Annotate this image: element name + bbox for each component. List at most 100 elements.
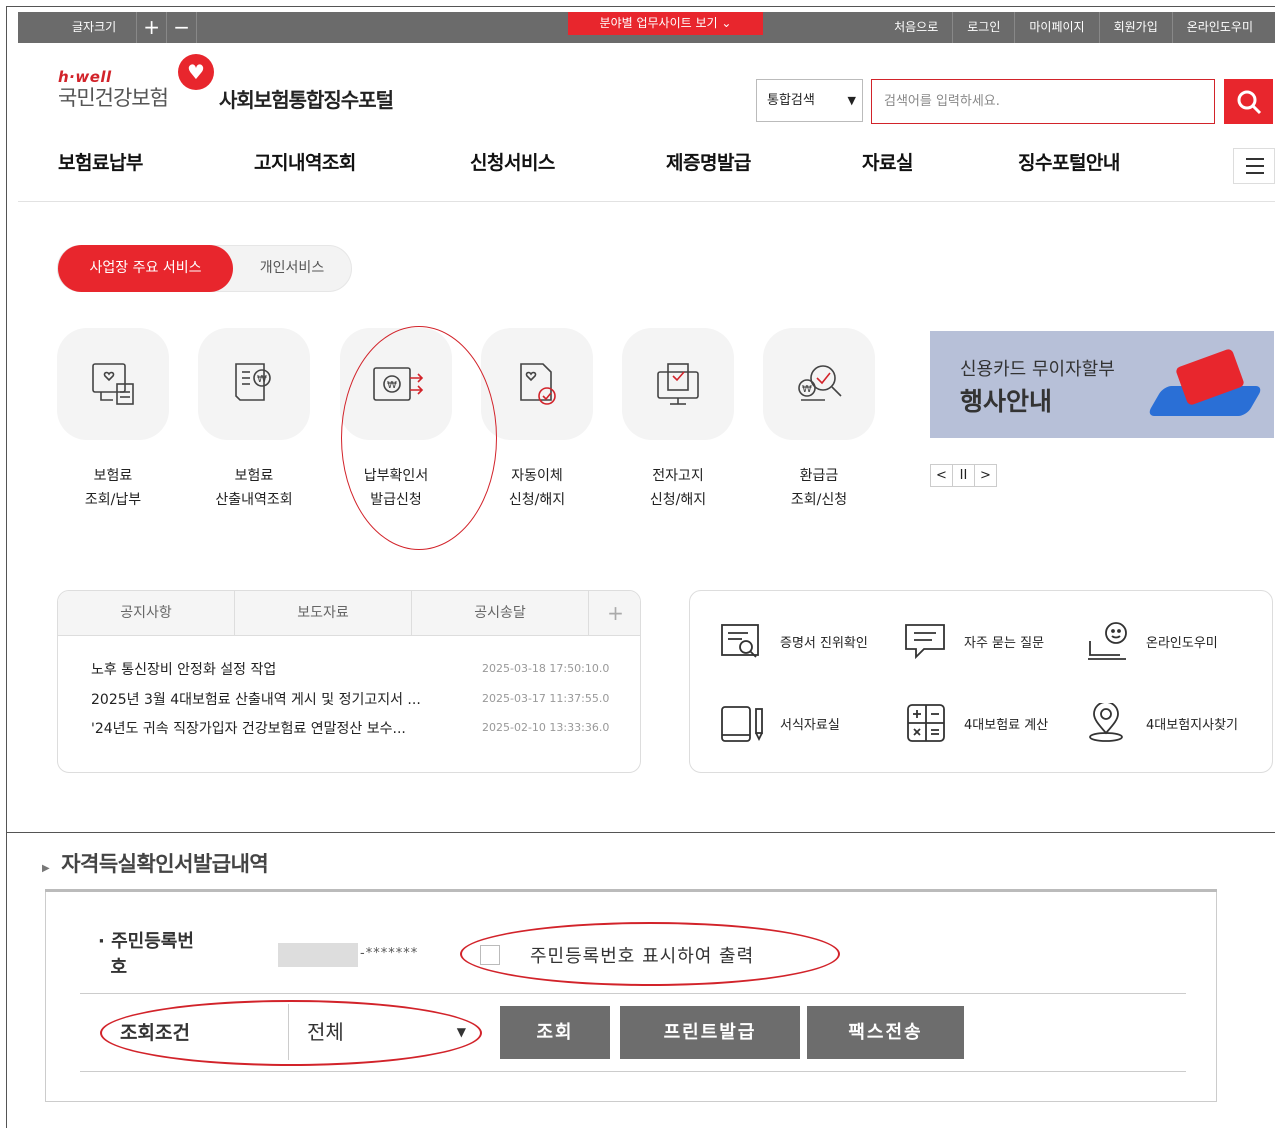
service-card-refund[interactable]: ₩	[763, 328, 875, 440]
service-label-e-notice: 전자고지 신청/해지	[618, 464, 738, 512]
signup-link[interactable]: 회원가입	[1098, 12, 1172, 43]
quick-link-label: 자주 묻는 질문	[964, 635, 1045, 651]
quick-link-label: 4대보험지사찾기	[1146, 717, 1238, 733]
banner-pause-button[interactable]: II	[952, 464, 975, 487]
menu-icon-line	[1246, 172, 1264, 174]
rrn-label-line1: 주민등록번	[111, 931, 194, 952]
main-navigation: 보험료납부 고지내역조회 신청서비스 제증명발급 자료실 징수포털안내	[18, 140, 1275, 202]
monitor-check-icon	[657, 363, 699, 405]
quick-link-certificate-verify[interactable]: 증명서 진위확인	[720, 621, 868, 661]
rrn-masked-back: -*******	[360, 946, 419, 961]
tab-business-services[interactable]: 사업장 주요 서비스	[58, 245, 233, 292]
search-button[interactable]	[1224, 79, 1273, 124]
quick-link-online-helper[interactable]: 온라인도우미	[1086, 621, 1218, 661]
highlight-annotation-circle	[100, 1000, 482, 1066]
quick-link-calculator[interactable]: 4대보험료 계산	[904, 703, 1048, 743]
service-label-auto-transfer: 자동이체신청/해지	[477, 464, 597, 512]
notice-item-title[interactable]: '24년도 귀속 직장가입자 건강보험료 연말정산 보수...	[91, 718, 471, 738]
search-submit-button[interactable]: 조회	[500, 1006, 610, 1059]
service-card-auto-transfer[interactable]	[481, 328, 593, 440]
search-scope-select[interactable]: 통합검색 ▼	[756, 79, 863, 122]
service-label-line1: 보험료	[93, 468, 133, 484]
service-label-line2: 신청/해지	[649, 492, 707, 508]
online-help-link[interactable]: 온라인도우미	[1171, 12, 1267, 43]
form-divider	[80, 993, 1186, 994]
notice-item-title[interactable]: 2025년 3월 4대보험료 산출내역 게시 및 정기고지서 ...	[91, 689, 471, 709]
notice-tabs: 공지사항 보도자료 공시송달 +	[58, 591, 640, 636]
service-label-line1: 자동이체	[511, 468, 563, 484]
login-link[interactable]: 로그인	[952, 12, 1014, 43]
all-menu-button[interactable]	[1233, 148, 1275, 184]
certificate-search-icon	[721, 624, 759, 658]
service-card-e-notice[interactable]	[622, 328, 734, 440]
banner-line2: 행사안내	[960, 387, 1053, 416]
tab-notices[interactable]: 공지사항	[58, 591, 235, 636]
nav-portal-guide[interactable]: 징수포털안내	[1018, 148, 1120, 175]
form-divider	[80, 1071, 1186, 1072]
tab-personal-services[interactable]: 개인서비스	[233, 246, 351, 291]
book-pen-icon	[721, 706, 763, 742]
service-card-premium-breakdown[interactable]: ₩	[198, 328, 310, 440]
notice-more-button[interactable]: +	[589, 591, 640, 636]
service-label-line2: 조회/납부	[84, 492, 142, 508]
quick-link-forms[interactable]: 서식자료실	[720, 703, 840, 743]
banner-controls: < II >	[930, 464, 997, 487]
notice-item-date: 2025-03-18 17:50:10.0	[482, 662, 610, 675]
chat-icon	[905, 624, 945, 660]
nav-premium-payment[interactable]: 보험료납부	[58, 148, 143, 175]
mypage-link[interactable]: 마이페이지	[1014, 12, 1098, 43]
quick-links-panel: 증명서 진위확인 자주 묻는 질문 온라인도우미 서식자료실 4대보험료 계산 …	[689, 590, 1273, 773]
fax-send-button[interactable]: 팩스전송	[807, 1006, 964, 1059]
document-check-icon	[520, 363, 556, 405]
search-check-icon: ₩	[798, 365, 842, 401]
service-label-line2: 조회/신청	[790, 492, 848, 508]
home-link[interactable]: 처음으로	[880, 12, 952, 43]
menu-icon-line	[1246, 165, 1264, 167]
heart-logo-icon: ♥	[178, 54, 214, 90]
font-decrease-button[interactable]: −	[167, 12, 198, 43]
service-label-line2: 신청/해지	[508, 492, 566, 508]
nav-notice-inquiry[interactable]: 고지내역조회	[254, 148, 356, 175]
banner-prev-button[interactable]: <	[930, 464, 953, 487]
notice-item-date: 2025-03-17 11:37:55.0	[482, 692, 610, 705]
service-tabs: 사업장 주요 서비스 개인서비스	[57, 245, 352, 292]
quick-link-label: 4대보험료 계산	[964, 717, 1049, 733]
field-sites-dropdown[interactable]: 분야별 업무사이트 보기 ⌄	[568, 12, 763, 35]
search-scope-value: 통합검색	[767, 93, 815, 108]
calculator-icon	[907, 704, 945, 742]
banner-line1: 신용카드 무이자할부	[960, 359, 1115, 380]
section-title-text: 자격득실확인서발급내역	[61, 852, 269, 876]
notice-item-date: 2025-02-10 13:33:36.0	[482, 721, 610, 734]
logo-main-text: 국민건강보험	[58, 86, 169, 110]
portal-title: 사회보험통합징수포털	[219, 88, 394, 112]
nav-application-service[interactable]: 신청서비스	[470, 148, 555, 175]
service-card-premium-payment[interactable]	[57, 328, 169, 440]
nav-certificate[interactable]: 제증명발급	[666, 148, 751, 175]
font-increase-button[interactable]: +	[137, 12, 168, 43]
promo-banner[interactable]: 신용카드 무이자할부 행사안내	[930, 331, 1274, 438]
quick-link-label: 증명서 진위확인	[780, 635, 868, 651]
quick-link-faq[interactable]: 자주 묻는 질문	[904, 621, 1044, 661]
screenshot-divider	[6, 832, 1275, 833]
menu-icon	[1246, 158, 1264, 160]
highlight-annotation-circle	[341, 326, 497, 550]
section-title: ▶ 자격득실확인서발급내역	[42, 848, 269, 878]
service-label-premium-breakdown: 보험료 산출내역조회	[194, 464, 314, 512]
bill-heart-icon	[92, 363, 134, 405]
nhis-logo[interactable]: h·well 국민건강보험 ♥	[58, 54, 214, 112]
quick-link-label: 서식자료실	[780, 717, 840, 733]
print-issue-button[interactable]: 프린트발급	[620, 1006, 800, 1059]
tab-press-releases[interactable]: 보도자료	[235, 591, 412, 636]
font-size-label: 글자크기	[18, 12, 138, 43]
quick-link-label: 온라인도우미	[1146, 635, 1218, 651]
search-icon	[1237, 90, 1262, 115]
quick-link-branch-finder[interactable]: 4대보험지사찾기	[1086, 703, 1238, 743]
tab-public-notice[interactable]: 공시송달	[412, 591, 589, 636]
notice-item-title[interactable]: 노후 통신장비 안정화 설정 작업	[91, 659, 471, 679]
nav-archive[interactable]: 자료실	[862, 148, 913, 175]
service-label-premium-payment: 보험료조회/납부	[53, 464, 173, 512]
search-input[interactable]: 검색어를 입력하세요.	[871, 79, 1215, 124]
font-size-controls: 글자크기 + −	[18, 12, 198, 43]
banner-next-button[interactable]: >	[974, 464, 997, 487]
rrn-label-line2: 호	[110, 957, 128, 978]
